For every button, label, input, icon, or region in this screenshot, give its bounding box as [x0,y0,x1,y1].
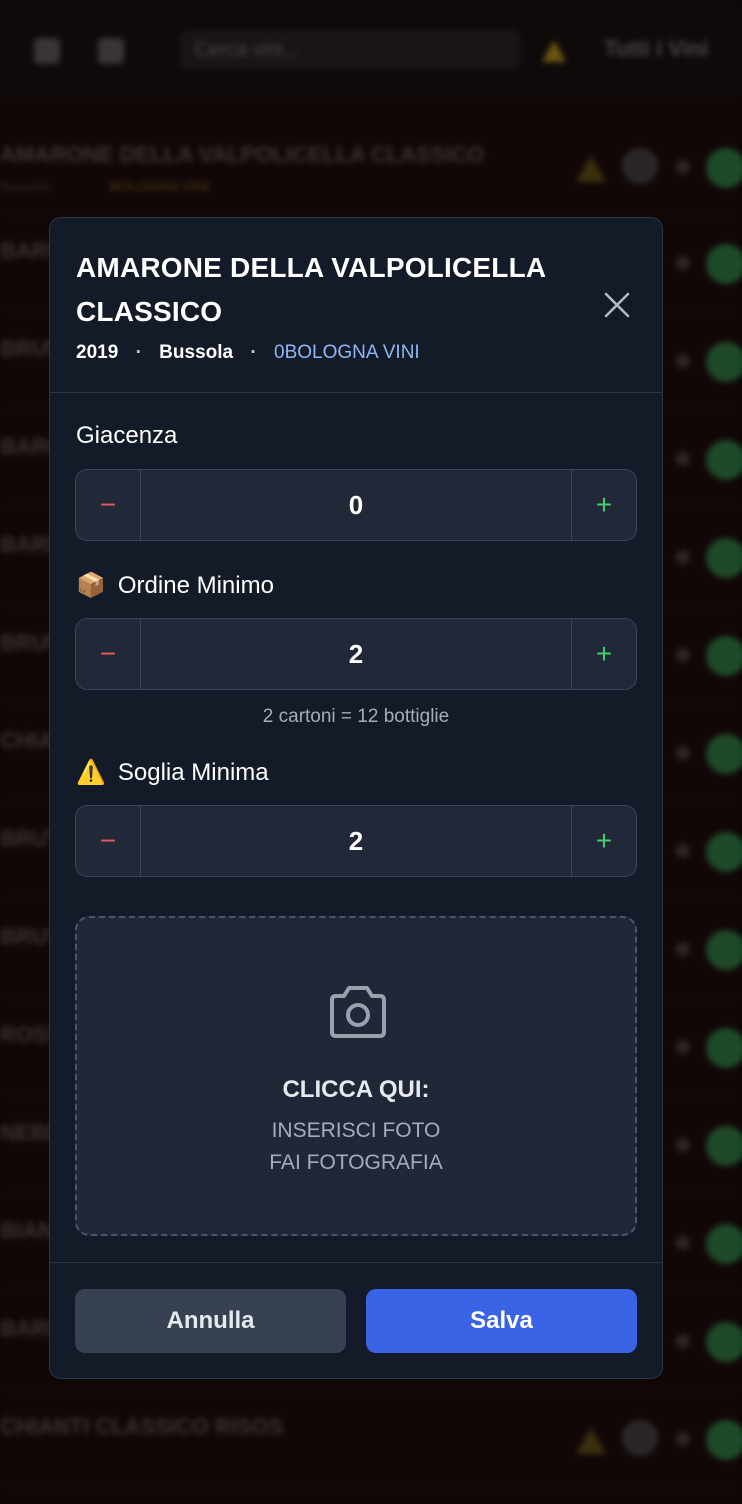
ordine-minimo-decrement-button[interactable]: − [76,619,141,689]
stock-badge [706,832,742,872]
soglia-minima-stepper: − 2 + [75,805,637,877]
dot-icon [676,1432,690,1446]
warning-icon: ⚠️ [76,759,106,786]
dot-icon [676,550,690,564]
stock-badge [706,538,742,578]
giacenza-stepper: − 0 + [75,469,637,541]
wine-year: 2019 [76,342,119,363]
status-circle [622,1420,658,1456]
upload-title: CLICCA QUI: [282,1076,430,1103]
stock-badge [706,440,742,480]
package-icon: 📦 [76,572,106,599]
upload-line-insert: INSERISCI FOTO [271,1119,441,1142]
status-circle [622,148,658,184]
ordine-minimo-value[interactable]: 2 [141,619,571,689]
giacenza-label: Giacenza [76,422,177,450]
dot-icon [676,1040,690,1054]
save-button[interactable]: Salva [366,1289,637,1353]
modal-header: AMARONE DELLA VALPOLICELLA CLASSICO 2019… [50,218,662,393]
stock-badge [706,734,742,774]
dot-icon [676,1334,690,1348]
warning-icon [542,40,566,62]
background-item-title: CHIANTI CLASSICO RISOS [0,1414,284,1439]
wine-producer: Bussola [159,342,234,363]
dot-icon [676,844,690,858]
giacenza-label-text: Giacenza [76,422,178,449]
dot-icon [676,1236,690,1250]
ordine-minimo-stepper: − 2 + [75,618,637,690]
stock-badge [706,1224,742,1264]
wine-distributor: BOLOGNA VINI [284,342,420,363]
camera-icon [330,986,386,1038]
background-topbar: Cerca vini... Tutti i Vini [0,0,742,100]
modal-footer: Annulla Salva [50,1262,662,1378]
background-list-item: CHIANTI CLASSICO RISOS [0,1388,742,1487]
dot-icon [676,1138,690,1152]
stock-badge [706,1126,742,1166]
background-item-title: AMARONE DELLA VALPOLICELLA CLASSICO [0,142,485,167]
close-icon[interactable] [600,288,634,322]
giacenza-value[interactable]: 0 [141,470,571,540]
background-item-sub: Bussola BOLOGNA VINI [0,178,209,194]
ordine-minimo-increment-button[interactable]: + [571,619,636,689]
meta-separator: · [250,342,257,363]
grid-icon [34,38,60,64]
stock-badge [706,930,742,970]
wine-meta: 2019 · Bussola · 0BOLOGNA VINI [76,342,420,364]
ordine-minimo-hint: 2 cartoni = 12 bottiglie [262,706,450,727]
ordine-minimo-label: 📦 Ordine Minimo [76,571,274,600]
stock-badge [706,636,742,676]
stock-badge [706,1028,742,1068]
edit-wine-modal: AMARONE DELLA VALPOLICELLA CLASSICO 2019… [49,217,663,1379]
stock-badge [706,244,742,284]
ordine-minimo-label-text: Ordine Minimo [117,571,274,599]
soglia-minima-decrement-button[interactable]: − [76,806,141,876]
soglia-minima-label-text: Soglia Minima [117,758,269,786]
background-filter: Tutti i Vini [604,36,709,61]
cancel-button[interactable]: Annulla [75,1289,346,1353]
dot-icon [676,746,690,760]
warning-icon [576,1428,606,1454]
dot-icon [676,160,690,174]
stock-badge [706,148,742,188]
stock-badge [706,1420,742,1460]
giacenza-decrement-button[interactable]: − [76,470,141,540]
upload-line-photo: FAI FOTOGRAFIA [269,1151,443,1174]
dot-icon [676,354,690,368]
photo-upload-area[interactable]: CLICCA QUI: INSERISCI FOTO FAI FOTOGRAFI… [75,916,637,1236]
filter-icon [98,38,124,64]
background-item-producer: Bussola [0,178,50,194]
background-item-distributor: BOLOGNA VINI [109,178,210,194]
soglia-minima-increment-button[interactable]: + [571,806,636,876]
soglia-minima-label: ⚠️ Soglia Minima [76,758,269,787]
background-list-item: AMARONE DELLA VALPOLICELLA CLASSICO Busso… [0,116,742,215]
background-search: Cerca vini... [180,30,520,70]
background-item-sub [0,1450,60,1466]
dot-icon [676,648,690,662]
dot-icon [676,256,690,270]
wine-title: AMARONE DELLA VALPOLICELLA CLASSICO [76,252,546,327]
warning-icon [576,156,606,182]
stock-badge [706,342,742,382]
meta-separator: · [135,342,142,363]
dot-icon [676,452,690,466]
soglia-minima-value[interactable]: 2 [141,806,571,876]
giacenza-increment-button[interactable]: + [571,470,636,540]
dot-icon [676,942,690,956]
distributor-prefix: 0 [273,342,285,363]
stock-badge [706,1322,742,1362]
